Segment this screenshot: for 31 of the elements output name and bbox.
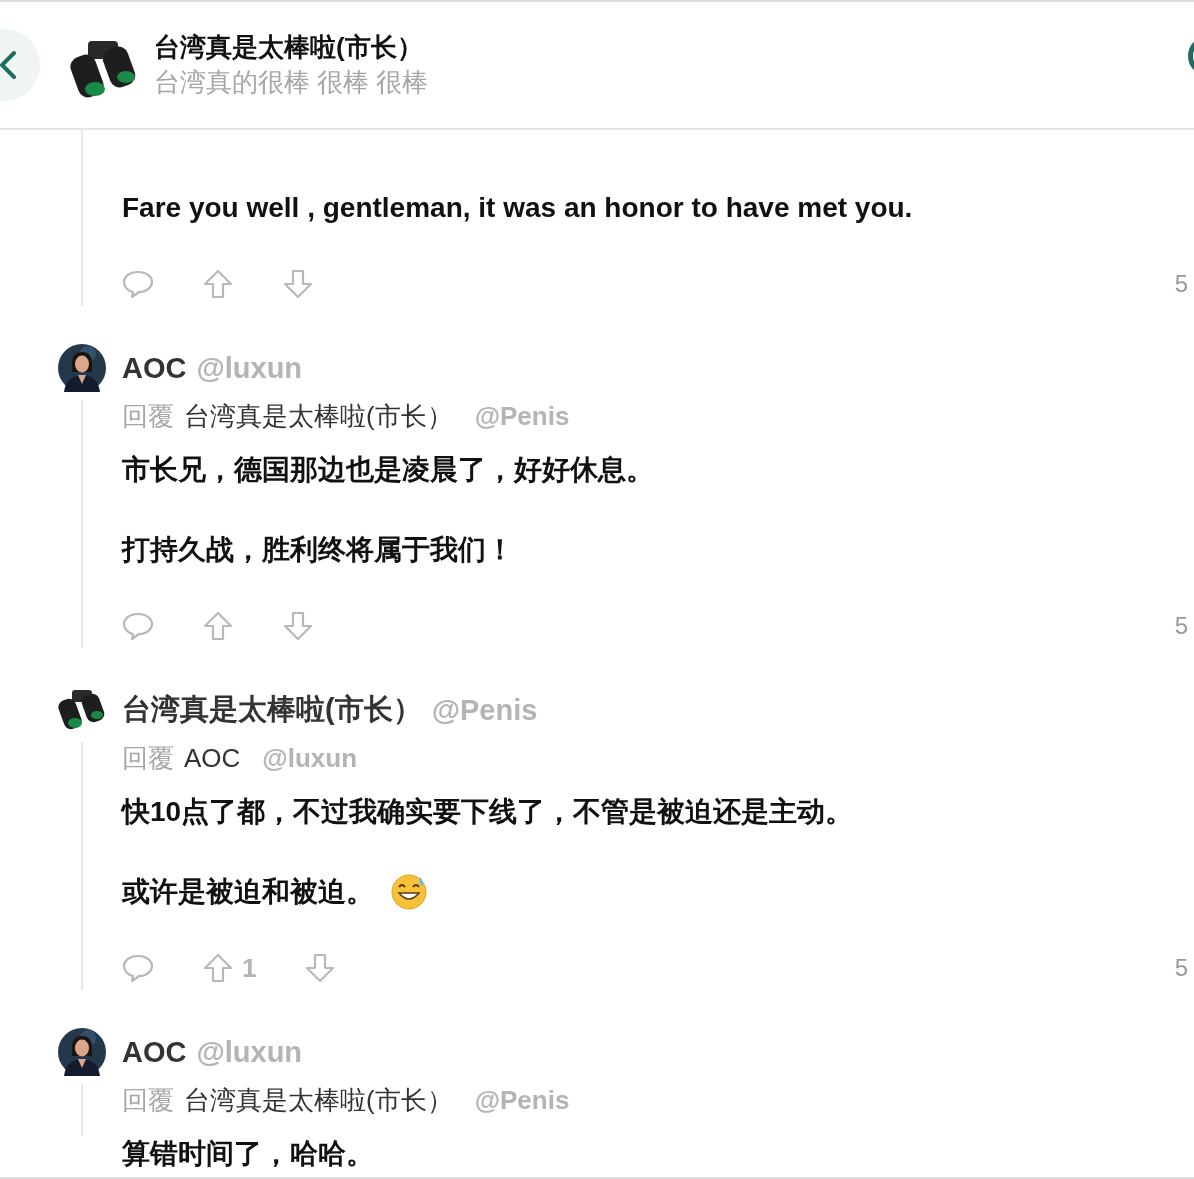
reply-label: 回覆 (122, 399, 174, 433)
downvote-icon[interactable] (282, 610, 314, 642)
comment-icon[interactable] (122, 610, 154, 642)
reply-name[interactable]: 台湾真是太棒啦(市长） (184, 1082, 453, 1118)
channel-subtitle: 台湾真的很棒 很棒 很棒 (154, 66, 429, 99)
reaction-count: 5 (1174, 612, 1188, 640)
reply-label: 回覆 (122, 1083, 174, 1117)
reaction-count: 5 (1174, 954, 1188, 982)
author-name[interactable]: AOC (122, 1035, 187, 1069)
reply-label: 回覆 (122, 741, 174, 775)
comment-icon[interactable] (122, 268, 154, 300)
upvote-count: 1 (242, 952, 257, 984)
comment-text: 市长兄，德国那边也是凌晨了，好好休息。 (122, 453, 654, 487)
upvote-icon[interactable] (202, 610, 234, 642)
author-name[interactable]: 台湾真是太棒啦(市长） (122, 690, 422, 730)
comment-text: Fare you well , gentleman, it was an honor to have met you. (122, 191, 913, 225)
author-name[interactable]: AOC (122, 351, 187, 385)
channel-title: 台湾真是太棒啦(市长） (154, 31, 424, 64)
downvote-icon[interactable] (304, 952, 337, 984)
back-icon (0, 50, 18, 80)
reply-name[interactable]: AOC (184, 742, 241, 774)
reaction-count: 5 (1174, 270, 1188, 298)
downvote-icon[interactable] (282, 268, 314, 300)
comment-icon[interactable] (122, 952, 154, 984)
upvote-icon[interactable] (202, 268, 234, 300)
comment-text: 快10点了都，不过我确实要下线了，不管是被迫还是主动。 (122, 795, 854, 829)
upvote-icon[interactable] (202, 952, 234, 984)
comment-text: 或许是被迫和被迫。 (122, 875, 374, 909)
comment-text: 打持久战，胜利终将属于我们！ (122, 533, 514, 567)
reply-name[interactable]: 台湾真是太棒啦(市长） (184, 398, 453, 434)
comment-text: 算错时间了，哈哈。 (122, 1137, 374, 1171)
